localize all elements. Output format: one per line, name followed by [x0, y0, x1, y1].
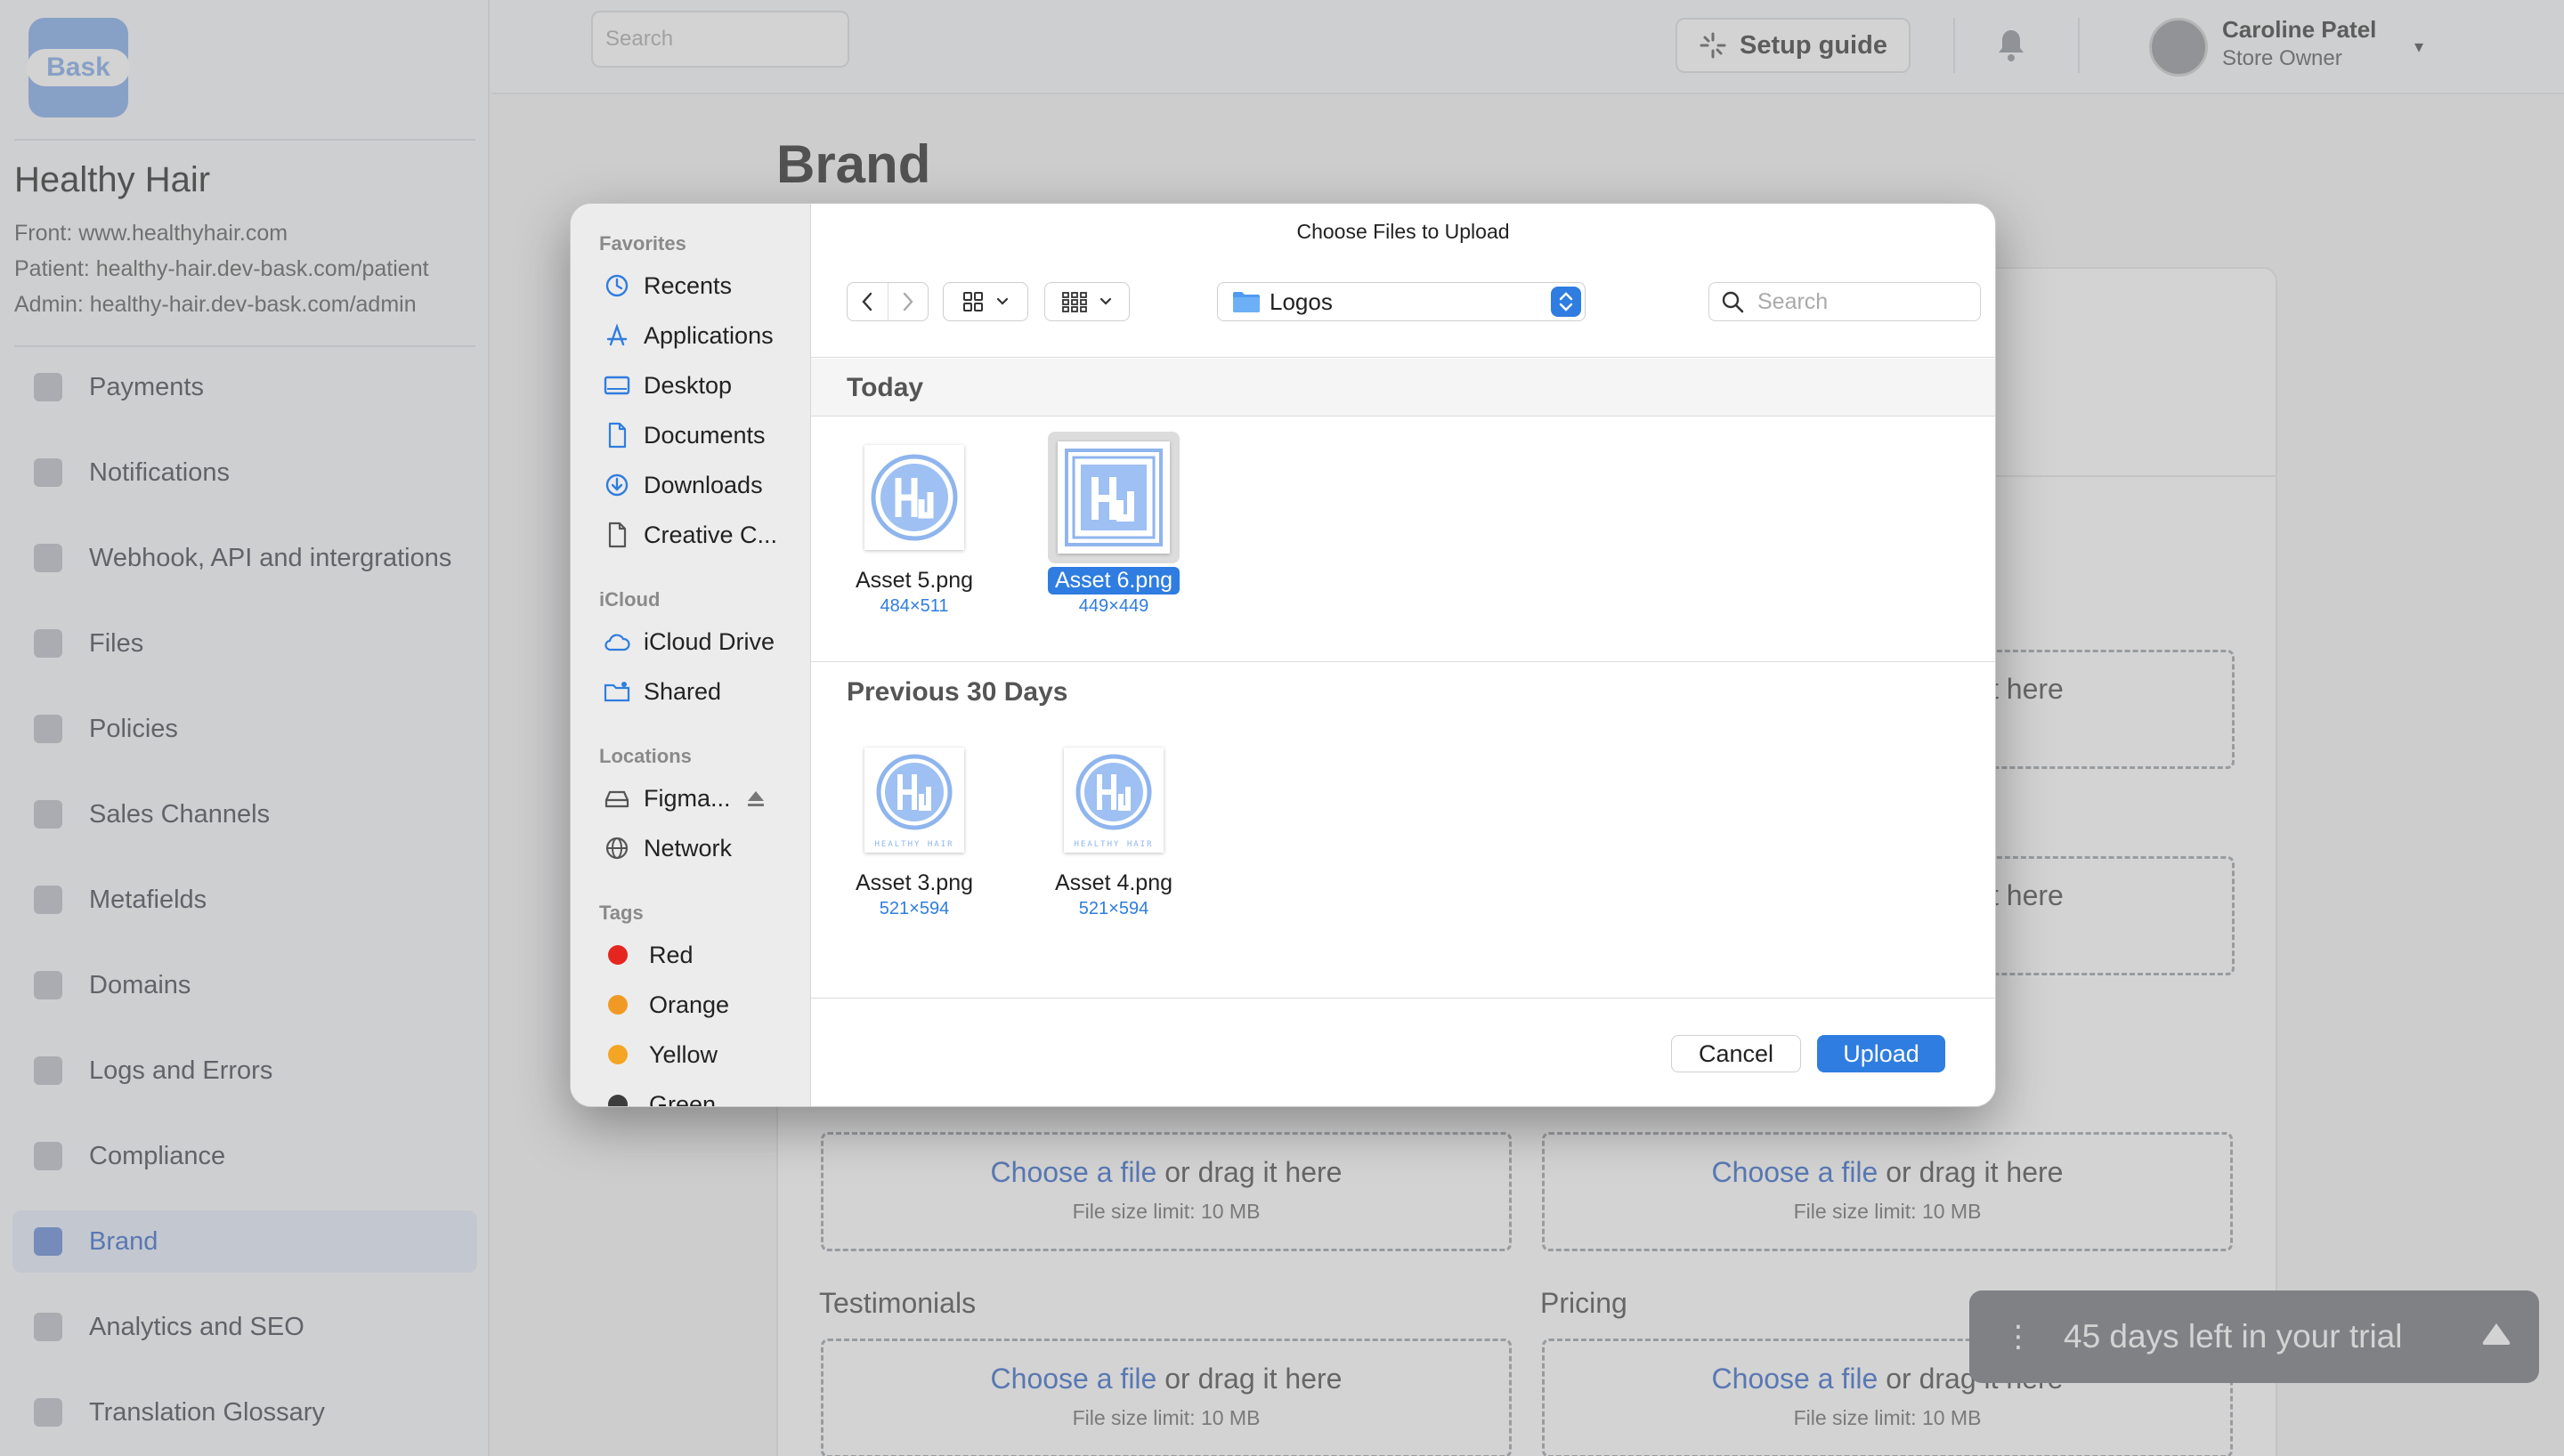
file-dimensions: 449×449 [1078, 596, 1149, 616]
group-label-tags: Tags [599, 902, 644, 924]
group-view-button[interactable] [1044, 282, 1130, 321]
dialog-title: Choose Files to Upload [1296, 220, 1510, 243]
file-item[interactable]: Asset 5.png 484×511 [825, 432, 1003, 617]
chevron-down-icon [1099, 297, 1112, 305]
file-dimensions: 521×594 [879, 899, 950, 918]
group-header-today: Today [811, 359, 1995, 416]
applications-icon [606, 323, 628, 346]
sidebar-item-creative-cloud[interactable]: Creative C... [603, 515, 799, 554]
chevron-right-icon [903, 292, 913, 311]
hh-logo-square-icon [1065, 449, 1163, 546]
icon-view-button[interactable] [943, 282, 1028, 321]
sidebar-tag-red[interactable]: Red [603, 935, 799, 975]
footer-divider [811, 998, 1995, 999]
hh-logo-circle-icon [871, 454, 958, 541]
file-item[interactable]: HEALTHY HAIR Asset 4.png 521×594 [1025, 734, 1203, 919]
group-label-icloud: iCloud [599, 588, 661, 611]
back-button[interactable] [848, 283, 888, 320]
gallery-icon [1062, 292, 1087, 312]
tag-dot-icon [608, 1095, 628, 1106]
group-label-locations: Locations [599, 745, 692, 767]
file-name: Asset 3.png [855, 870, 974, 895]
clock-icon [605, 274, 629, 297]
hh-logo-circle-icon [876, 754, 953, 830]
eject-icon[interactable] [745, 788, 767, 809]
image-thumbnail: HEALTHY HAIR [864, 748, 964, 853]
sidebar-item-downloads[interactable]: Downloads [603, 465, 799, 505]
desktop-icon [604, 376, 630, 395]
file-name: Asset 5.png [855, 568, 974, 593]
file-dimensions: 484×511 [880, 596, 949, 616]
globe-icon [605, 837, 629, 860]
sidebar-tag-orange[interactable]: Orange [603, 985, 799, 1024]
dialog-main: Choose Files to Upload Logos Search Toda… [811, 204, 1995, 1106]
tag-dot-icon [608, 1045, 628, 1064]
folder-icon [1233, 292, 1260, 312]
toolbar-divider [811, 357, 1995, 358]
sidebar-item-documents[interactable]: Documents [603, 416, 799, 455]
logo-caption: HEALTHY HAIR [874, 840, 954, 849]
sidebar-item-shared[interactable]: Shared [603, 672, 799, 711]
group-divider [811, 416, 1995, 417]
cloud-icon [604, 634, 630, 651]
sidebar-item-recents[interactable]: Recents [603, 266, 799, 305]
tag-dot-icon [608, 945, 628, 965]
upload-button[interactable]: Upload [1817, 1035, 1945, 1072]
image-thumbnail [1058, 441, 1170, 554]
up-down-chevron-icon [1559, 292, 1573, 311]
cancel-button[interactable]: Cancel [1671, 1035, 1801, 1072]
location-select[interactable]: Logos [1217, 282, 1586, 321]
file-name: Asset 4.png [1054, 870, 1173, 895]
chevron-down-icon [996, 297, 1009, 305]
file-upload-dialog: Favorites Recents Applications Desktop D… [570, 203, 1996, 1107]
file-icon [608, 522, 627, 548]
hh-logo-circle-icon [1075, 754, 1152, 830]
download-icon [605, 473, 629, 497]
sidebar-item-desktop[interactable]: Desktop [603, 366, 799, 405]
group-label-favorites: Favorites [599, 232, 686, 255]
logo-caption: HEALTHY HAIR [1074, 840, 1154, 849]
file-name: Asset 6.png [1047, 567, 1181, 595]
dialog-search-input[interactable]: Search [1708, 282, 1981, 321]
history-nav [847, 282, 929, 321]
file-item-selected[interactable]: Asset 6.png 449×449 [1025, 432, 1203, 617]
drive-icon [604, 790, 629, 808]
group-header-previous: Previous 30 Days [811, 663, 1995, 720]
sidebar-item-network[interactable]: Network [603, 829, 799, 868]
sidebar-tag-yellow[interactable]: Yellow [603, 1035, 799, 1074]
document-icon [608, 422, 627, 449]
location-stepper[interactable] [1551, 287, 1581, 317]
chevron-left-icon [862, 292, 872, 311]
tag-dot-icon [608, 995, 628, 1015]
file-item[interactable]: HEALTHY HAIR Asset 3.png 521×594 [825, 734, 1003, 919]
grid-icon [963, 292, 983, 311]
image-thumbnail [864, 445, 964, 550]
shared-folder-icon [604, 682, 630, 702]
forward-button[interactable] [887, 283, 928, 320]
sidebar-item-figma[interactable]: Figma... [603, 779, 799, 818]
file-dimensions: 521×594 [1078, 899, 1149, 918]
sidebar-item-applications[interactable]: Applications [603, 316, 799, 355]
image-thumbnail: HEALTHY HAIR [1064, 748, 1164, 853]
search-icon [1722, 291, 1744, 313]
sidebar-item-icloud-drive[interactable]: iCloud Drive [603, 622, 799, 661]
sidebar-tag-green[interactable]: Green [603, 1085, 799, 1106]
group-divider [811, 661, 1995, 662]
dialog-sidebar: Favorites Recents Applications Desktop D… [571, 204, 811, 1106]
